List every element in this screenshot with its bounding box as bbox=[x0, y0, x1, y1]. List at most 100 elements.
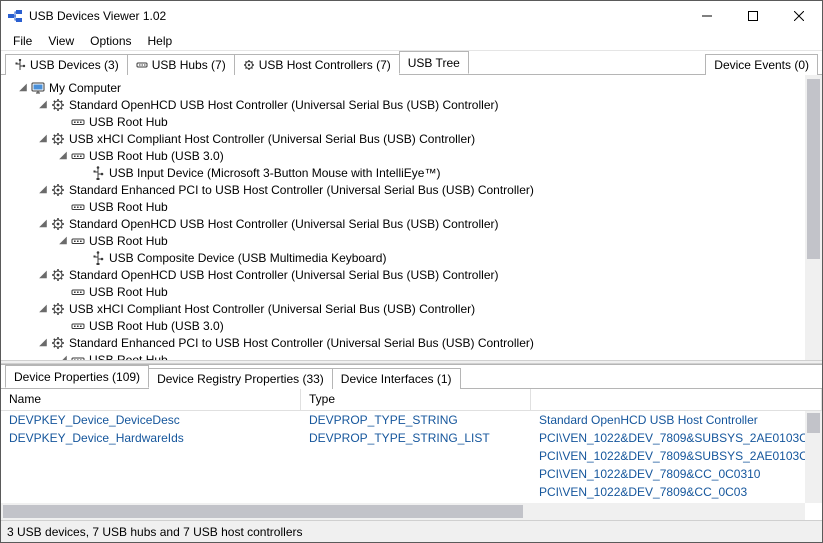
scrollbar-thumb[interactable] bbox=[807, 79, 820, 259]
prop-scrollbar-v[interactable] bbox=[805, 411, 822, 503]
property-row[interactable]: PCI\VEN_1022&DEV_7809&CC_0C0310 bbox=[1, 465, 822, 483]
property-type: DEVPROP_TYPE_STRING_LIST bbox=[301, 430, 531, 446]
tree-node[interactable]: ◢USB Root Hub (USB 3.0) bbox=[5, 147, 814, 164]
usb-hub-icon bbox=[71, 353, 85, 361]
tree-node-label: Standard OpenHCD USB Host Controller (Un… bbox=[69, 217, 498, 231]
tree-node[interactable]: ◢ Standard Enhanced PCI to USB Host Contr… bbox=[5, 334, 814, 351]
tab-usb-devices[interactable]: USB Devices (3) bbox=[5, 54, 128, 75]
property-row[interactable]: PCI\VEN_1022&DEV_7809&CC_0C03 bbox=[1, 483, 822, 501]
maximize-button[interactable] bbox=[730, 1, 776, 31]
property-row[interactable]: DEVPKEY_Device_DeviceDescDEVPROP_TYPE_ST… bbox=[1, 411, 822, 429]
scrollbar-thumb[interactable] bbox=[3, 505, 523, 518]
properties-list[interactable]: DEVPKEY_Device_DeviceDescDEVPROP_TYPE_ST… bbox=[1, 411, 822, 520]
tree-node[interactable]: ◢USB xHCI Compliant Host Controller (Uni… bbox=[5, 300, 814, 317]
property-value: PCI\VEN_1022&DEV_7809&CC_0C0310 bbox=[531, 466, 822, 482]
tree-node-label: Standard Enhanced PCI to USB Host Contro… bbox=[69, 336, 534, 350]
tab-label: Device Interfaces (1) bbox=[341, 372, 452, 386]
tree-pane[interactable]: ◢My Computer◢Standard OpenHCD USB Host C… bbox=[1, 75, 822, 360]
tab-usb-tree[interactable]: USB Tree bbox=[399, 51, 469, 74]
tab-device-registry-properties[interactable]: Device Registry Properties (33) bbox=[148, 368, 333, 389]
column-header-name[interactable]: Name bbox=[1, 389, 301, 410]
app-window: USB Devices Viewer 1.02 File View Option… bbox=[0, 0, 823, 543]
tree-node[interactable]: ◢USB Root Hub bbox=[5, 232, 814, 249]
property-name bbox=[1, 448, 301, 464]
tree-node[interactable]: ◢ Standard OpenHCD USB Host Controller (U… bbox=[5, 215, 814, 232]
usb-hub-icon bbox=[71, 200, 85, 214]
gear-icon bbox=[51, 132, 65, 146]
menu-view[interactable]: View bbox=[40, 32, 82, 50]
property-value: PCI\VEN_1022&DEV_7809&SUBSYS_2AE0103C bbox=[531, 448, 822, 464]
menubar: File View Options Help bbox=[1, 31, 822, 51]
tab-device-events[interactable]: Device Events (0) bbox=[705, 54, 818, 75]
tree-node[interactable]: ◢ USB Root Hub bbox=[5, 351, 814, 360]
tree-node[interactable]: USB Root Hub (USB 3.0) bbox=[5, 317, 814, 334]
tab-device-interfaces[interactable]: Device Interfaces (1) bbox=[332, 368, 461, 389]
prop-scrollbar-h[interactable] bbox=[1, 503, 805, 520]
tab-label: USB Hubs (7) bbox=[152, 58, 226, 72]
tree-node[interactable]: ◢Standard Enhanced PCI to USB Host Contr… bbox=[5, 181, 814, 198]
tree-node[interactable]: ◢ My Computer bbox=[5, 79, 814, 96]
properties-header: Name Type bbox=[1, 389, 822, 411]
scrollbar-thumb[interactable] bbox=[807, 413, 820, 433]
close-button[interactable] bbox=[776, 1, 822, 31]
minimize-button[interactable] bbox=[684, 1, 730, 31]
tree-toggle[interactable]: ◢ bbox=[17, 82, 29, 93]
tree-toggle[interactable]: ◢ bbox=[37, 99, 49, 110]
usb-hub-icon bbox=[71, 149, 85, 163]
tab-label: USB Tree bbox=[408, 56, 460, 70]
property-row[interactable]: PCI\VEN_1022&DEV_7809&SUBSYS_2AE0103C bbox=[1, 447, 822, 465]
tree-toggle[interactable]: ◢ bbox=[37, 218, 49, 229]
tree-node-label: USB Root Hub (USB 3.0) bbox=[89, 319, 224, 333]
tree-node[interactable]: ◢ USB xHCI Compliant Host Controller (Uni… bbox=[5, 130, 814, 147]
tree-toggle[interactable]: ◢ bbox=[57, 235, 69, 246]
usb-hub-icon bbox=[136, 59, 148, 71]
tree-toggle[interactable]: ◢ bbox=[57, 354, 69, 360]
column-header-value[interactable] bbox=[531, 389, 822, 410]
tree-node[interactable]: USB Composite Device (USB Multimedia Key… bbox=[5, 249, 814, 266]
property-name bbox=[1, 484, 301, 500]
tab-label: USB Host Controllers (7) bbox=[259, 58, 391, 72]
tree-toggle[interactable]: ◢ bbox=[37, 269, 49, 280]
tree-toggle[interactable]: ◢ bbox=[37, 303, 49, 314]
tree-node[interactable]: ◢ Standard OpenHCD USB Host Controller (U… bbox=[5, 266, 814, 283]
tree-node-label: USB Root Hub bbox=[89, 353, 168, 361]
tab-label: USB Devices (3) bbox=[30, 58, 119, 72]
tree-toggle[interactable]: ◢ bbox=[37, 133, 49, 144]
property-type bbox=[301, 466, 531, 482]
menu-help[interactable]: Help bbox=[140, 32, 181, 50]
tree-node-label: USB xHCI Compliant Host Controller (Univ… bbox=[69, 132, 475, 146]
tree-toggle[interactable]: ◢ bbox=[57, 150, 69, 161]
tab-usb-hubs[interactable]: USB Hubs (7) bbox=[127, 54, 235, 75]
tab-label: Device Properties (109) bbox=[14, 370, 140, 384]
tree-scrollbar[interactable] bbox=[805, 75, 822, 360]
gear-icon bbox=[51, 336, 65, 350]
tree-node-label: My Computer bbox=[49, 81, 121, 95]
tree-node-label: Standard OpenHCD USB Host Controller (Un… bbox=[69, 268, 498, 282]
tab-label: Device Registry Properties (33) bbox=[157, 372, 324, 386]
tree-node-label: USB Root Hub bbox=[89, 285, 168, 299]
column-header-type[interactable]: Type bbox=[301, 389, 531, 410]
property-type bbox=[301, 484, 531, 500]
gear-icon bbox=[51, 268, 65, 282]
property-name bbox=[1, 466, 301, 482]
menu-file[interactable]: File bbox=[5, 32, 40, 50]
tree-node[interactable]: USB Root Hub bbox=[5, 113, 814, 130]
tree-node[interactable]: ◢Standard OpenHCD USB Host Controller (U… bbox=[5, 96, 814, 113]
tab-device-properties[interactable]: Device Properties (109) bbox=[5, 365, 149, 388]
tree-node-label: USB Root Hub bbox=[89, 200, 168, 214]
tree-toggle[interactable]: ◢ bbox=[37, 337, 49, 348]
menu-options[interactable]: Options bbox=[82, 32, 139, 50]
usb-hub-icon bbox=[71, 115, 85, 129]
property-value: PCI\VEN_1022&DEV_7809&CC_0C03 bbox=[531, 484, 822, 500]
tree-node-label: USB Composite Device (USB Multimedia Key… bbox=[109, 251, 386, 265]
usb-device-icon bbox=[14, 59, 26, 71]
gear-icon bbox=[243, 59, 255, 71]
tree-node[interactable]: USB Root Hub bbox=[5, 198, 814, 215]
gear-icon bbox=[51, 183, 65, 197]
tree-node[interactable]: USB Root Hub bbox=[5, 283, 814, 300]
computer-icon bbox=[31, 81, 45, 95]
tree-node[interactable]: USB Input Device (Microsoft 3-Button Mou… bbox=[5, 164, 814, 181]
tree-toggle[interactable]: ◢ bbox=[37, 184, 49, 195]
tab-usb-host-controllers[interactable]: USB Host Controllers (7) bbox=[234, 54, 400, 75]
property-row[interactable]: DEVPKEY_Device_HardwareIdsDEVPROP_TYPE_S… bbox=[1, 429, 822, 447]
